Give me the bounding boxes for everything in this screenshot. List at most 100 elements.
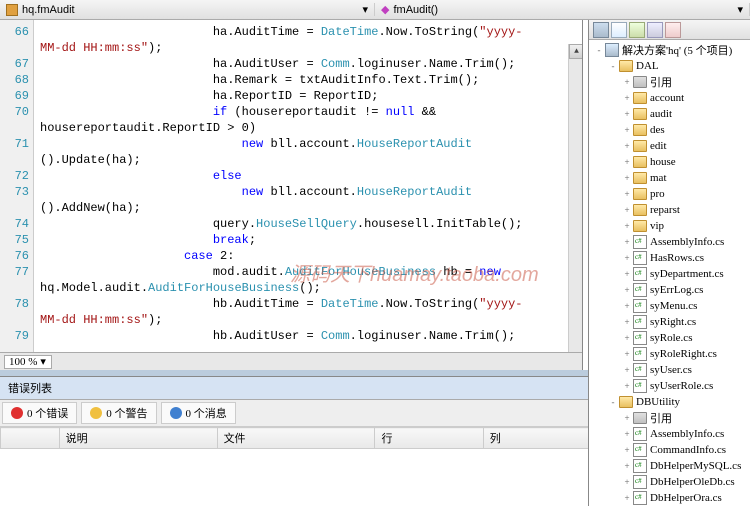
tree-node[interactable]: +DbHelperOra.cs bbox=[589, 490, 750, 506]
tree-toggle-icon[interactable]: + bbox=[621, 141, 633, 151]
error-column-header[interactable]: 说明 bbox=[59, 428, 217, 449]
tree-toggle-icon[interactable]: + bbox=[621, 125, 633, 135]
tree-toggle-icon[interactable]: + bbox=[621, 269, 633, 279]
error-column-header[interactable] bbox=[1, 428, 60, 449]
tree-toggle-icon[interactable]: + bbox=[621, 477, 633, 487]
tree-node[interactable]: +vip bbox=[589, 218, 750, 234]
tree-toggle-icon[interactable]: + bbox=[621, 205, 633, 215]
toolbar-show-all-icon[interactable] bbox=[611, 22, 627, 38]
code-line[interactable]: hq.Model.audit.AuditForHouseBusiness(); bbox=[40, 280, 576, 296]
tree-node[interactable]: +syMenu.cs bbox=[589, 298, 750, 314]
tree-node[interactable]: +audit bbox=[589, 106, 750, 122]
tree-node[interactable]: +syErrLog.cs bbox=[589, 282, 750, 298]
code-line[interactable]: new bll.account.HouseReportAudit bbox=[40, 136, 576, 152]
tree-toggle-icon[interactable]: + bbox=[621, 381, 633, 391]
tree-toggle-icon[interactable]: + bbox=[621, 461, 633, 471]
toolbar-refresh-icon[interactable] bbox=[629, 22, 645, 38]
error-filter-tab[interactable]: 0 个警告 bbox=[81, 402, 156, 424]
tree-toggle-icon[interactable]: + bbox=[621, 333, 633, 343]
code-line[interactable]: hb.AuditTime = DateTime.Now.ToString("yy… bbox=[40, 296, 576, 312]
code-line[interactable]: MM-dd HH:mm:ss"); bbox=[40, 40, 576, 56]
tree-toggle-icon[interactable]: + bbox=[621, 493, 633, 503]
code-line[interactable]: ha.AuditTime = DateTime.Now.ToString("yy… bbox=[40, 24, 576, 40]
tree-node[interactable]: +syDepartment.cs bbox=[589, 266, 750, 282]
tree-node[interactable]: +CommandInfo.cs bbox=[589, 442, 750, 458]
tree-node[interactable]: +引用 bbox=[589, 74, 750, 90]
code-line[interactable]: ha.ReportID = ReportID; bbox=[40, 88, 576, 104]
tree-toggle-icon[interactable]: + bbox=[621, 413, 633, 423]
code-line[interactable]: break; bbox=[40, 232, 576, 248]
tree-node[interactable]: +syUser.cs bbox=[589, 362, 750, 378]
tree-toggle-icon[interactable]: - bbox=[607, 397, 619, 407]
folder-icon bbox=[633, 188, 647, 200]
error-filter-tab[interactable]: 0 个错误 bbox=[2, 402, 77, 424]
tree-toggle-icon[interactable]: + bbox=[621, 285, 633, 295]
tree-toggle-icon[interactable]: + bbox=[621, 253, 633, 263]
tree-toggle-icon[interactable]: + bbox=[621, 317, 633, 327]
scroll-up-arrow-icon[interactable]: ▲ bbox=[569, 44, 582, 59]
solution-root-node[interactable]: - 解决方案'hq' (5 个项目) bbox=[589, 42, 750, 58]
tree-toggle-icon[interactable]: + bbox=[621, 365, 633, 375]
error-column-header[interactable]: 列 bbox=[483, 428, 591, 449]
tree-toggle-icon[interactable]: + bbox=[621, 93, 633, 103]
tree-node[interactable]: +house bbox=[589, 154, 750, 170]
code-editor[interactable]: 6667686970717273747576777879 ha.AuditTim… bbox=[0, 20, 582, 352]
tree-node[interactable]: +syRole.cs bbox=[589, 330, 750, 346]
tree-toggle-icon[interactable]: + bbox=[621, 77, 633, 87]
code-line[interactable]: ().Update(ha); bbox=[40, 152, 576, 168]
tree-node[interactable]: +account bbox=[589, 90, 750, 106]
tree-toggle-icon[interactable]: - bbox=[607, 61, 619, 71]
code-line[interactable]: query.HouseSellQuery.housesell.InitTable… bbox=[40, 216, 576, 232]
tree-node[interactable]: -DBUtility bbox=[589, 394, 750, 410]
code-line[interactable]: new bll.account.HouseReportAudit bbox=[40, 184, 576, 200]
code-line[interactable]: ha.Remark = txtAuditInfo.Text.Trim(); bbox=[40, 72, 576, 88]
tree-toggle-icon[interactable]: + bbox=[621, 189, 633, 199]
code-line[interactable]: mod.audit.AuditForHouseBusiness hb = new bbox=[40, 264, 576, 280]
code-line[interactable]: case 2: bbox=[40, 248, 576, 264]
tree-node[interactable]: +AssemblyInfo.cs bbox=[589, 234, 750, 250]
tree-node[interactable]: +HasRows.cs bbox=[589, 250, 750, 266]
tree-node[interactable]: +edit bbox=[589, 138, 750, 154]
error-column-header[interactable]: 文件 bbox=[217, 428, 375, 449]
error-column-header[interactable]: 行 bbox=[375, 428, 483, 449]
tree-toggle-icon[interactable]: + bbox=[621, 301, 633, 311]
tree-node[interactable]: +DbHelperOleDb.cs bbox=[589, 474, 750, 490]
tree-toggle-icon[interactable]: + bbox=[621, 173, 633, 183]
tree-toggle-icon[interactable]: - bbox=[593, 45, 605, 55]
tree-toggle-icon[interactable]: + bbox=[621, 109, 633, 119]
vertical-scrollbar[interactable]: ▲ ▼ bbox=[568, 44, 582, 352]
tree-node[interactable]: +syUserRole.cs bbox=[589, 378, 750, 394]
code-line[interactable]: MM-dd HH:mm:ss"); bbox=[40, 312, 576, 328]
tree-toggle-icon[interactable]: + bbox=[621, 445, 633, 455]
tree-toggle-icon[interactable]: + bbox=[621, 349, 633, 359]
code-line[interactable]: else bbox=[40, 168, 576, 184]
code-line[interactable]: hb.AuditUser = Comm.loginuser.Name.Trim(… bbox=[40, 328, 576, 344]
solution-tree[interactable]: - 解决方案'hq' (5 个项目) -DAL+引用+account+audit… bbox=[589, 40, 750, 506]
tree-node[interactable]: + DbHelperMySQL.cs bbox=[589, 458, 750, 474]
code-text-area[interactable]: ha.AuditTime = DateTime.Now.ToString("yy… bbox=[34, 20, 582, 352]
error-filter-tab[interactable]: 0 个消息 bbox=[161, 402, 236, 424]
tree-toggle-icon[interactable]: + bbox=[621, 429, 633, 439]
tree-node[interactable]: +reparst bbox=[589, 202, 750, 218]
code-line[interactable]: housereportaudit.ReportID > 0) bbox=[40, 120, 576, 136]
tree-node-label: DbHelperMySQL.cs bbox=[650, 460, 741, 472]
tree-toggle-icon[interactable]: + bbox=[621, 157, 633, 167]
tree-node[interactable]: -DAL bbox=[589, 58, 750, 74]
tree-node[interactable]: +syRoleRight.cs bbox=[589, 346, 750, 362]
tree-node[interactable]: +mat bbox=[589, 170, 750, 186]
toolbar-properties-icon[interactable] bbox=[593, 22, 609, 38]
code-line[interactable]: if (housereportaudit != null && bbox=[40, 104, 576, 120]
tree-toggle-icon[interactable]: + bbox=[621, 237, 633, 247]
code-line[interactable]: ().AddNew(ha); bbox=[40, 200, 576, 216]
code-line[interactable]: ha.AuditUser = Comm.loginuser.Name.Trim(… bbox=[40, 56, 576, 72]
tree-node[interactable]: +AssemblyInfo.cs bbox=[589, 426, 750, 442]
tree-node[interactable]: +syRight.cs bbox=[589, 314, 750, 330]
toolbar-view-icon[interactable] bbox=[647, 22, 663, 38]
tree-node[interactable]: +pro bbox=[589, 186, 750, 202]
tree-node[interactable]: +引用 bbox=[589, 410, 750, 426]
toolbar-collapse-icon[interactable] bbox=[665, 22, 681, 38]
tree-node[interactable]: +des bbox=[589, 122, 750, 138]
tree-toggle-icon[interactable]: + bbox=[621, 221, 633, 231]
class-dropdown[interactable]: hq.fmAudit ▾ bbox=[0, 3, 375, 16]
member-dropdown[interactable]: ◆ fmAudit() ▾ bbox=[375, 3, 750, 16]
